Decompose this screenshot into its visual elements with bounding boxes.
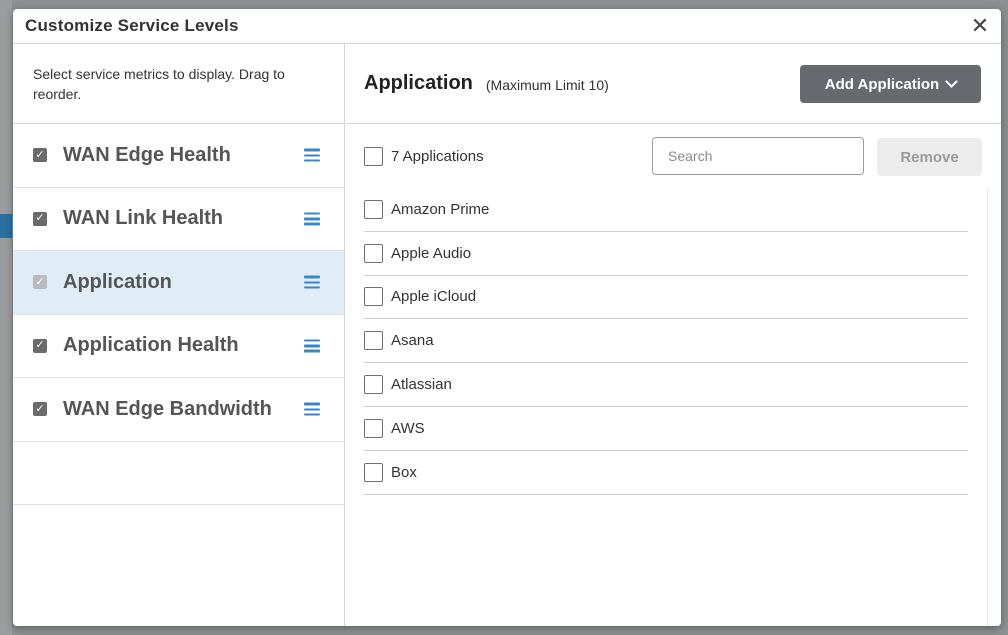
metric-checkbox[interactable]: ✓	[33, 148, 47, 163]
checkmark-icon: ✓	[35, 148, 45, 161]
metric-label: WAN Edge Bandwidth	[63, 397, 272, 420]
drag-handle-icon[interactable]	[304, 339, 320, 353]
application-checkbox[interactable]	[364, 462, 383, 482]
background-strip	[0, 0, 12, 635]
application-label: Box	[391, 463, 417, 481]
close-button[interactable]: ✕	[969, 15, 991, 37]
application-checkbox[interactable]	[364, 418, 383, 438]
list-item[interactable]: Apple iCloud	[364, 276, 968, 320]
metric-label: WAN Link Health	[63, 207, 224, 230]
add-application-button[interactable]: Add Application	[800, 65, 981, 103]
application-label: AWS	[391, 419, 425, 437]
application-label: Amazon Prime	[391, 200, 490, 218]
metric-checkbox[interactable]: ✓	[33, 338, 47, 353]
drag-handle-icon[interactable]	[304, 402, 320, 416]
metric-row-wan-edge-bandwidth[interactable]: ✓ WAN Edge Bandwidth	[13, 378, 344, 442]
checkmark-icon: ✓	[35, 402, 45, 415]
customize-service-levels-modal: Customize Service Levels ✕ Select servic…	[13, 9, 1001, 626]
application-checkbox[interactable]	[364, 375, 383, 395]
metrics-instructions: Select service metrics to display. Drag …	[13, 44, 344, 124]
list-item[interactable]: Asana	[364, 319, 968, 364]
metrics-panel: Select service metrics to display. Drag …	[13, 44, 345, 626]
application-checkbox[interactable]	[364, 287, 383, 307]
list-item[interactable]: AWS	[364, 407, 968, 451]
search-input[interactable]	[652, 137, 864, 175]
application-toolbar: 7 Applications Remove	[346, 124, 1001, 188]
list-item[interactable]: Box	[364, 451, 968, 495]
drag-handle-icon[interactable]	[304, 212, 320, 226]
application-label: Atlassian	[391, 376, 452, 394]
list-item[interactable]: Amazon Prime	[364, 188, 968, 232]
list-item[interactable]: Apple Audio	[364, 232, 968, 276]
metric-checkbox[interactable]: ✓	[33, 211, 47, 226]
metric-checkbox[interactable]: ✓	[33, 402, 47, 417]
select-all-checkbox[interactable]	[364, 146, 383, 166]
checkmark-icon: ✓	[35, 275, 45, 288]
metric-row-application-health[interactable]: ✓ Application Health	[13, 315, 344, 378]
metric-label: Application	[63, 270, 172, 293]
metric-row-wan-edge-health[interactable]: ✓ WAN Edge Health	[13, 124, 344, 188]
application-label: Apple Audio	[391, 244, 472, 262]
close-icon: ✕	[970, 13, 990, 38]
application-label: Apple iCloud	[391, 288, 477, 306]
list-item[interactable]: Atlassian	[364, 363, 968, 407]
metric-row-wan-link-health[interactable]: ✓ WAN Link Health	[13, 188, 344, 251]
metric-label: Application Health	[63, 334, 239, 357]
metric-label: WAN Edge Health	[63, 143, 231, 166]
metric-checkbox: ✓	[33, 275, 47, 290]
application-title: Application	[364, 72, 473, 94]
modal-header: Customize Service Levels ✕	[13, 9, 1001, 44]
remove-button[interactable]: Remove	[877, 138, 982, 176]
application-checkbox[interactable]	[364, 331, 383, 351]
application-checkbox[interactable]	[364, 199, 383, 219]
metric-row-application[interactable]: ✓ Application	[13, 251, 344, 315]
metric-row-empty	[13, 442, 344, 505]
checkmark-icon: ✓	[35, 339, 45, 352]
application-header: Application (Maximum Limit 10) Add Appli…	[346, 44, 1001, 124]
application-panel: Application (Maximum Limit 10) Add Appli…	[346, 44, 1001, 626]
application-list: Amazon Prime Apple Audio Apple iCloud As…	[364, 188, 968, 495]
application-checkbox[interactable]	[364, 243, 383, 263]
drag-handle-icon[interactable]	[304, 148, 320, 162]
select-all-label: 7 Applications	[391, 147, 484, 165]
background-accent	[0, 214, 12, 238]
application-label: Asana	[391, 332, 434, 350]
checkmark-icon: ✓	[35, 212, 45, 225]
chevron-down-icon	[945, 75, 959, 88]
modal-title: Customize Service Levels	[25, 16, 239, 35]
scrollbar[interactable]	[987, 188, 1001, 626]
maximum-limit-text: (Maximum Limit 10)	[485, 76, 609, 93]
add-application-label: Add Application	[824, 75, 940, 93]
drag-handle-icon[interactable]	[304, 275, 320, 289]
